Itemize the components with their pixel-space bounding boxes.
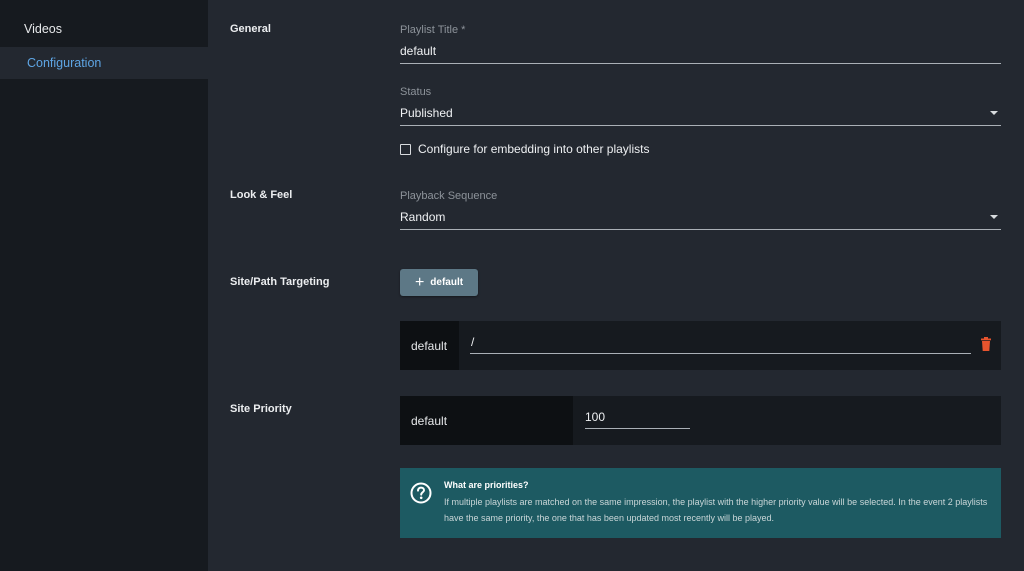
section-priority-label: Site Priority bbox=[230, 403, 292, 415]
embedding-checkbox[interactable] bbox=[400, 143, 411, 155]
path-input[interactable]: / bbox=[470, 335, 971, 354]
chevron-down-icon bbox=[990, 215, 998, 219]
playback-sequence-select[interactable]: Random bbox=[400, 210, 1001, 230]
playlist-title-input[interactable]: default bbox=[400, 44, 1001, 64]
priority-row-site: default bbox=[400, 396, 573, 445]
main-content: General Playlist Title * default Status … bbox=[208, 0, 1024, 571]
section-look-feel-label: Look & Feel bbox=[230, 189, 293, 201]
section-targeting-label: Site/Path Targeting bbox=[230, 276, 330, 288]
embedding-checkbox-row[interactable]: Configure for embedding into other playl… bbox=[400, 142, 649, 156]
sidebar-item-videos[interactable]: Videos bbox=[0, 13, 208, 45]
plus-icon: + bbox=[414, 273, 425, 291]
sidebar-item-configuration[interactable]: Configuration bbox=[0, 47, 208, 79]
chevron-down-icon bbox=[990, 111, 998, 115]
playlist-title-label: Playlist Title * bbox=[400, 24, 466, 36]
priority-info-box: What are priorities? If multiple playlis… bbox=[400, 468, 1001, 538]
targeting-row-site: default bbox=[400, 321, 459, 370]
sidebar: Videos Configuration bbox=[0, 0, 208, 571]
priority-row: default 100 bbox=[400, 396, 1001, 445]
trash-icon[interactable] bbox=[981, 337, 991, 351]
status-select[interactable]: Published bbox=[400, 106, 1001, 126]
targeting-row: default / bbox=[400, 321, 1001, 370]
status-label: Status bbox=[400, 86, 432, 98]
priority-input[interactable]: 100 bbox=[585, 410, 690, 429]
question-icon bbox=[410, 482, 432, 504]
info-text: If multiple playlists are matched on the… bbox=[444, 497, 988, 523]
status-select-value: Published bbox=[400, 106, 453, 120]
playback-sequence-select-value: Random bbox=[400, 210, 446, 224]
section-general-label: General bbox=[230, 23, 271, 35]
add-site-button-label: default bbox=[430, 277, 464, 288]
info-title: What are priorities? bbox=[444, 480, 529, 490]
playback-sequence-label: Playback Sequence bbox=[400, 190, 498, 202]
embedding-checkbox-label: Configure for embedding into other playl… bbox=[418, 142, 650, 156]
add-site-button[interactable]: + default bbox=[400, 269, 478, 296]
